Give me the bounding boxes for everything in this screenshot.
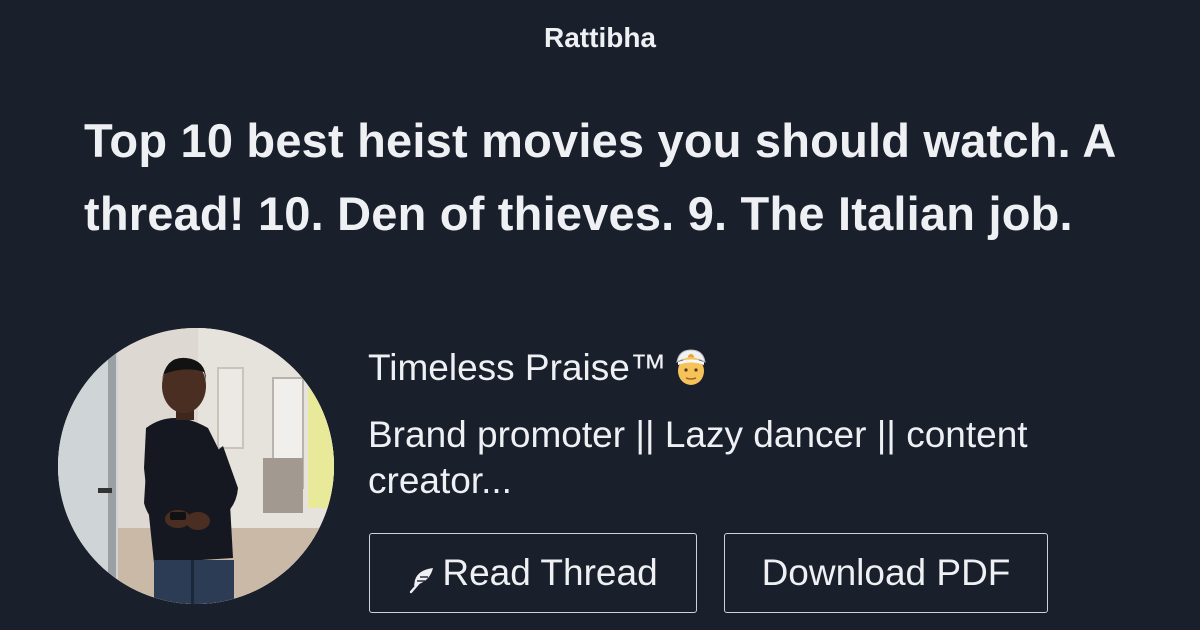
read-thread-label: Read Thread [442, 552, 658, 593]
read-thread-button[interactable]: Read Thread [369, 533, 697, 613]
download-pdf-button[interactable]: Download PDF [724, 533, 1048, 613]
author-bio: Brand promoter || Lazy dancer || content… [368, 414, 1028, 501]
author-name-text: Timeless Praise™ [368, 347, 667, 388]
thread-headline: Top 10 best heist movies you should watc… [84, 114, 1115, 240]
feather-icon [408, 561, 436, 594]
avatar-photo [58, 328, 334, 604]
author-name[interactable]: Timeless Praise™ [368, 346, 709, 396]
man-with-turban-emoji-icon [673, 348, 709, 396]
avatar [58, 328, 334, 604]
download-pdf-label: Download PDF [761, 552, 1011, 593]
site-brand[interactable]: Rattibha [0, 20, 1200, 56]
share-card: Rattibha Top 10 best heist movies you sh… [0, 0, 1200, 630]
